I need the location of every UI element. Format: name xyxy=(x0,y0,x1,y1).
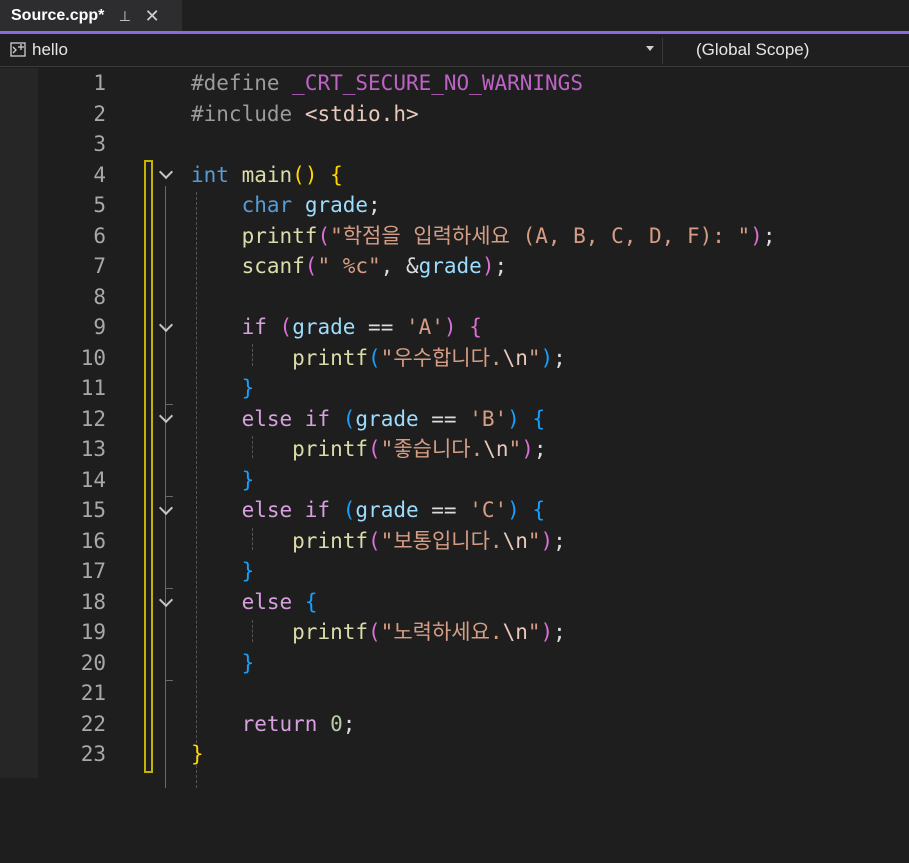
code-text: printf("노력하세요.\n"); xyxy=(292,620,566,644)
line-number: 10 xyxy=(80,345,106,370)
code-line[interactable]: 6 printf("학점을 입력하세요 (A, B, C, D, F): "); xyxy=(0,221,909,252)
code-text: #include <stdio.h> xyxy=(191,101,419,126)
line-number: 14 xyxy=(80,467,106,492)
project-icon xyxy=(10,42,26,58)
code-text: printf("보통입니다.\n"); xyxy=(292,528,566,553)
line-number: 16 xyxy=(80,528,106,553)
line-number: 2 xyxy=(93,101,106,126)
line-number: 1 xyxy=(93,71,106,95)
line-number: 4 xyxy=(93,162,106,187)
code-text: #define _CRT_SECURE_NO_WARNINGS xyxy=(191,71,583,95)
code-line[interactable]: 7 scanf(" %c", &grade); xyxy=(0,251,909,282)
project-dropdown[interactable]: hello xyxy=(6,37,660,63)
tab-title: Source.cpp* xyxy=(11,7,105,24)
code-text: } xyxy=(241,376,255,400)
project-name: hello xyxy=(32,40,68,59)
code-line[interactable]: 20 } xyxy=(0,648,909,679)
code-line[interactable]: 11 } xyxy=(0,373,909,404)
code-text: else if (grade == 'B') { xyxy=(241,406,546,431)
code-line[interactable]: 15 else if (grade == 'C') { xyxy=(0,495,909,526)
code-text: } xyxy=(241,467,255,492)
line-number: 21 xyxy=(80,681,106,705)
code-text: return 0; xyxy=(241,711,356,736)
line-number: 7 xyxy=(93,254,106,278)
line-number: 8 xyxy=(93,284,106,309)
line-number: 3 xyxy=(93,132,106,156)
line-number: 23 xyxy=(80,742,106,766)
code-text: char grade; xyxy=(241,193,381,217)
code-line[interactable]: 17 } xyxy=(0,556,909,587)
scope-dropdown[interactable]: (Global Scope) xyxy=(696,40,809,60)
code-text: printf("학점을 입력하세요 (A, B, C, D, F): "); xyxy=(241,223,776,248)
line-number: 22 xyxy=(80,711,106,736)
code-text: printf("우수합니다.\n"); xyxy=(292,345,566,370)
line-number: 11 xyxy=(80,376,106,400)
code-line[interactable]: 8 xyxy=(0,282,909,313)
code-line[interactable]: 22 return 0; xyxy=(0,709,909,740)
code-editor[interactable]: 1 #define _CRT_SECURE_NO_WARNINGS 2 #inc… xyxy=(0,68,909,788)
code-line[interactable]: 1 #define _CRT_SECURE_NO_WARNINGS xyxy=(0,68,909,99)
code-text: } xyxy=(191,742,204,766)
code-line[interactable]: 5 char grade; xyxy=(0,190,909,221)
line-number: 5 xyxy=(93,193,106,217)
chevron-down-icon[interactable] xyxy=(646,46,654,51)
line-number: 17 xyxy=(80,559,106,583)
code-text: printf("좋습니다.\n"); xyxy=(292,437,547,461)
code-line[interactable]: 3 xyxy=(0,129,909,160)
line-number: 15 xyxy=(80,498,106,522)
nav-divider xyxy=(662,38,663,64)
navigation-bar: hello (Global Scope) xyxy=(0,34,909,67)
code-line[interactable]: 13 printf("좋습니다.\n"); xyxy=(0,434,909,465)
code-line[interactable]: 2 #include <stdio.h> xyxy=(0,99,909,130)
code-line[interactable]: 18 else { xyxy=(0,587,909,618)
code-text: } xyxy=(241,559,255,583)
code-text: if (grade == 'A') { xyxy=(241,315,482,339)
code-line[interactable]: 16 printf("보통입니다.\n"); xyxy=(0,526,909,557)
line-number: 6 xyxy=(93,223,106,248)
code-line[interactable]: 4 int main() { xyxy=(0,160,909,191)
line-number: 20 xyxy=(80,650,106,675)
code-text: int main() { xyxy=(191,162,343,187)
line-number: 12 xyxy=(80,406,106,431)
code-line[interactable]: 23 } xyxy=(0,739,909,770)
code-text: else { xyxy=(241,589,318,614)
code-line[interactable]: 19 printf("노력하세요.\n"); xyxy=(0,617,909,648)
code-text: scanf(" %c", &grade); xyxy=(241,254,508,278)
code-line[interactable]: 9 if (grade == 'A') { xyxy=(0,312,909,343)
line-number: 18 xyxy=(80,589,106,614)
tab-strip: Source.cpp* ⊣ ✕ xyxy=(0,0,909,34)
code-line[interactable]: 14 } xyxy=(0,465,909,496)
line-number: 9 xyxy=(93,315,106,339)
code-line[interactable]: 21 xyxy=(0,678,909,709)
tab-source-cpp[interactable]: Source.cpp* ⊣ ✕ xyxy=(0,0,182,32)
line-number: 19 xyxy=(80,620,106,644)
line-number: 13 xyxy=(80,437,106,461)
code-line[interactable]: 12 else if (grade == 'B') { xyxy=(0,404,909,435)
code-text: else if (grade == 'C') { xyxy=(241,498,546,522)
code-text: } xyxy=(241,650,255,675)
close-icon[interactable]: ✕ xyxy=(145,6,160,27)
pin-icon[interactable]: ⊣ xyxy=(116,10,132,22)
code-line[interactable]: 10 printf("우수합니다.\n"); xyxy=(0,343,909,374)
